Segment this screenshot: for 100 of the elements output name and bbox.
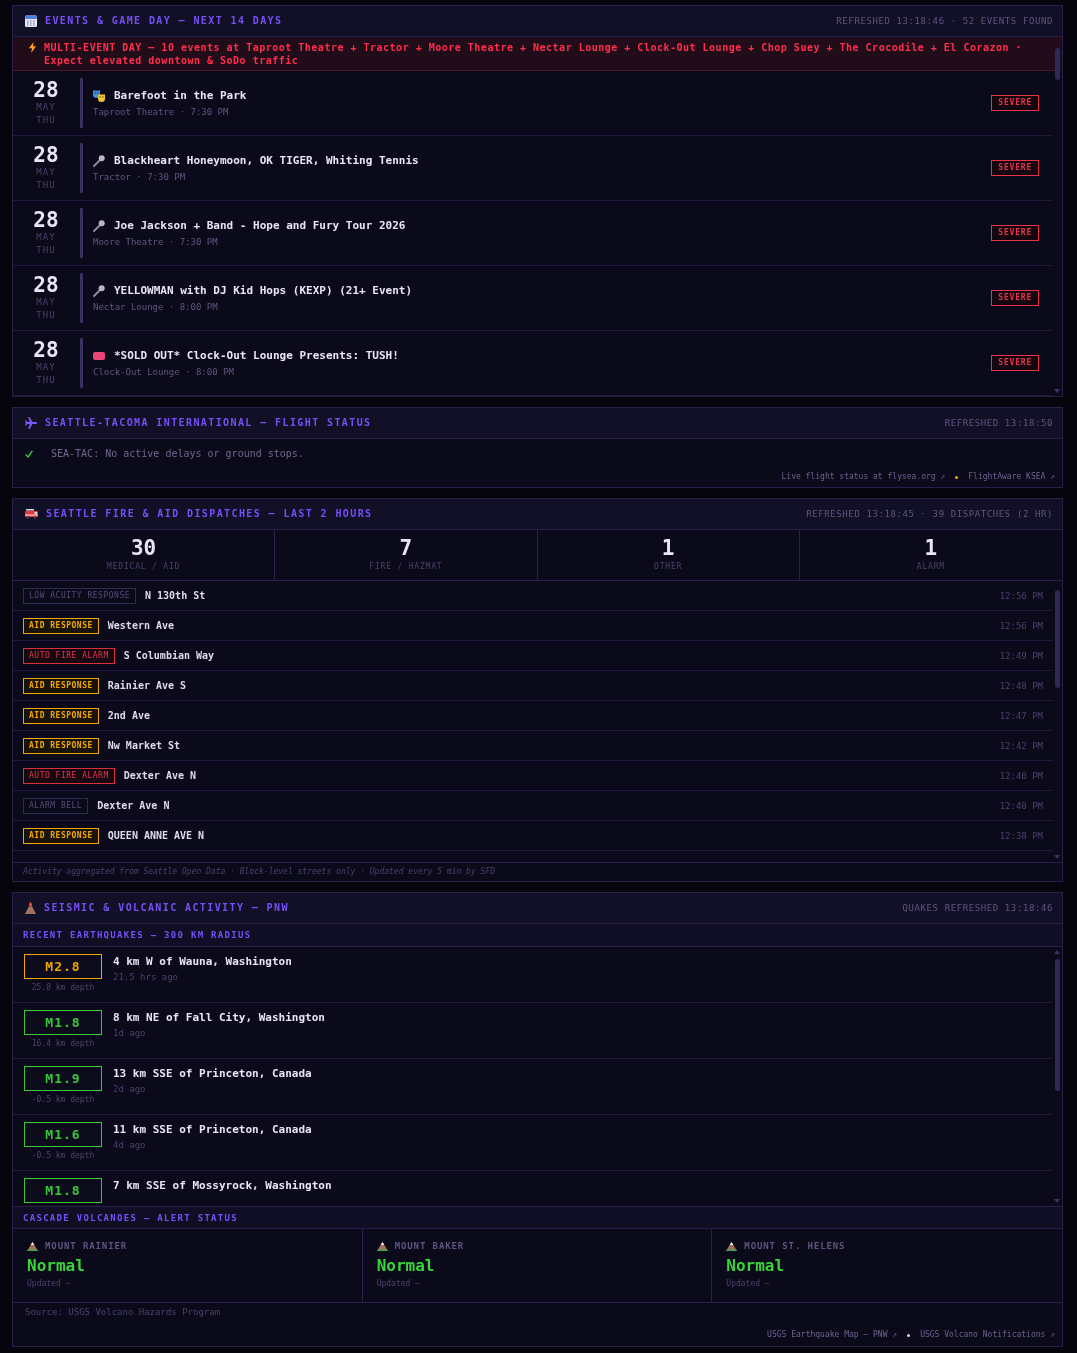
event-title[interactable]: Joe Jackson + Band - Hope and Fury Tour 2026: [114, 219, 406, 233]
magnitude-badge: M1.8: [24, 1010, 102, 1035]
event-month: MAY: [36, 231, 56, 244]
severity-badge: SEVERE: [991, 95, 1039, 111]
alert-message: MULTI-EVENT DAY — 10 events at Taproot Theatre + Tractor + Moore Theatre + Nectar Lounge + Clock-Out Lounge + Chop Suey + The Crocodile + El Corazon · Expect elevated downtown & SoDo traffic: [44, 41, 1024, 67]
volcano-name: MOUNT BAKER: [394, 1241, 465, 1251]
scroll-down-icon[interactable]: [1054, 855, 1060, 859]
event-weekday: THU: [36, 179, 56, 192]
accent-bar: [80, 208, 83, 258]
mountain-icon: [27, 1241, 38, 1251]
microphone-icon: [93, 285, 105, 297]
event-month: MAY: [36, 361, 56, 374]
separator-dot-icon: [907, 1333, 911, 1337]
severity-badge: SEVERE: [991, 160, 1039, 176]
scrollbar-thumb[interactable]: [1055, 48, 1060, 80]
dispatch-address: N 130th St: [145, 590, 206, 601]
dispatch-type-badge: AUTO FIRE ALARM: [23, 647, 115, 664]
microphone-icon: [93, 155, 105, 167]
external-link[interactable]: Live flight status at flysea.org ↗: [781, 471, 946, 483]
stat-value: 7: [399, 537, 413, 559]
panel-title: SEISMIC & VOLCANIC ACTIVITY — PNW: [44, 902, 289, 914]
magnitude-badge: M1.9: [24, 1066, 102, 1091]
alert-status: Normal: [376, 1256, 435, 1276]
event-title[interactable]: Blackheart Honeymoon, OK TIGER, Whiting Tennis: [114, 154, 419, 168]
quake-time: 21.5 hrs ago: [113, 971, 179, 983]
scroll-up-icon[interactable]: [1054, 950, 1060, 954]
dispatch-time: 12:49 PM: [999, 650, 1043, 661]
external-link[interactable]: USGS Volcano Notifications ↗: [920, 1329, 1055, 1341]
refresh-status: REFRESHED 13:18:46 · 52 EVENTS FOUND: [836, 15, 1053, 27]
dispatch-time: 12:40 PM: [999, 770, 1043, 781]
dispatch-type-badge: AID RESPONSE: [23, 617, 99, 634]
quake-depth: 16.4 km depth: [31, 1038, 95, 1049]
alert-status: Normal: [27, 1256, 85, 1276]
severity-badge: SEVERE: [991, 225, 1039, 241]
dispatch-time: 12:56 PM: [999, 620, 1043, 631]
event-weekday: THU: [36, 309, 56, 322]
alert-status: Normal: [726, 1256, 785, 1276]
mountain-icon: [726, 1241, 738, 1251]
dispatch-time: 12:40 PM: [999, 800, 1043, 811]
dispatch-address: Western Ave: [107, 620, 175, 631]
panel-title: SEATTLE-TACOMA INTERNATIONAL — FLIGHT STATUS: [45, 417, 372, 429]
event-title[interactable]: *SOLD OUT* Clock-Out Lounge Presents: TUSH!: [114, 349, 399, 363]
dispatch-time: 12:56 PM: [999, 590, 1043, 601]
refresh-status: REFRESHED 13:18:50: [944, 417, 1053, 429]
event-day: 28: [33, 339, 59, 361]
event-month: MAY: [36, 101, 56, 114]
quake-time: 2d ago: [113, 1083, 146, 1095]
external-link[interactable]: FlightAware KSEA ↗: [968, 471, 1055, 483]
panel-title: SEATTLE FIRE & AID DISPATCHES — LAST 2 HOURS: [46, 508, 373, 520]
event-meta: Clock-Out Lounge · 8:00 PM: [93, 367, 234, 378]
event-month: MAY: [36, 166, 56, 179]
stat-label: OTHER: [654, 562, 683, 572]
event-title[interactable]: YELLOWMAN with DJ Kid Hops (KEXP) (21+ Event): [114, 284, 412, 298]
scroll-down-icon[interactable]: [1054, 389, 1060, 393]
event-day: 28: [33, 79, 59, 101]
event-day: 28: [33, 209, 59, 231]
scrollbar-thumb[interactable]: [1055, 959, 1060, 1091]
dispatch-time: 12:38 PM: [999, 830, 1043, 841]
severity-badge: SEVERE: [991, 355, 1039, 371]
volcano-icon: [25, 902, 36, 914]
scrollbar-thumb[interactable]: [1055, 590, 1060, 688]
dispatch-type-badge: AID RESPONSE: [23, 677, 99, 694]
accent-bar: [80, 338, 83, 388]
dispatch-type-badge: AUTO FIRE ALARM: [23, 767, 115, 784]
separator-dot-icon: [955, 475, 959, 479]
updated-text: Updated —: [27, 1279, 71, 1289]
event-meta: Taproot Theatre · 7:30 PM: [93, 107, 229, 118]
quake-location: 8 km NE of Fall City, Washington: [113, 1011, 325, 1025]
event-weekday: THU: [36, 114, 56, 127]
scroll-down-icon[interactable]: [1054, 1199, 1060, 1203]
microphone-icon: [93, 220, 105, 232]
section-heading: CASCADE VOLCANOES — ALERT STATUS: [13, 1206, 1062, 1229]
severity-badge: SEVERE: [991, 290, 1039, 306]
dispatch-address: Dexter Ave N: [97, 800, 170, 811]
stat-label: ALARM: [916, 562, 945, 572]
event-title[interactable]: Barefoot in the Park: [114, 89, 247, 103]
stat-value: 1: [924, 537, 938, 559]
quake-location: 11 km SSE of Princeton, Canada: [113, 1123, 312, 1137]
event-day: 28: [33, 144, 59, 166]
updated-text: Updated —: [726, 1279, 770, 1289]
event-weekday: THU: [36, 374, 56, 387]
section-heading: RECENT EARTHQUAKES — 300 KM RADIUS: [13, 924, 1062, 947]
accent-bar: [80, 143, 83, 193]
quake-time: 1d ago: [113, 1027, 146, 1039]
quake-time: 4d ago: [113, 1139, 146, 1151]
dispatch-type-badge: ALARM BELL: [23, 797, 89, 814]
dispatch-address: QUEEN ANNE AVE N: [107, 830, 205, 841]
ticket-icon: [93, 352, 105, 360]
quake-depth: -0.5 km depth: [31, 1150, 95, 1161]
dispatch-time: 12:42 PM: [999, 740, 1043, 751]
dispatch-type-badge: AID RESPONSE: [23, 827, 99, 844]
dispatch-type-badge: AID RESPONSE: [23, 707, 99, 724]
event-meta: Tractor · 7:30 PM: [93, 172, 186, 183]
accent-bar: [80, 273, 83, 323]
external-link[interactable]: USGS Earthquake Map — PNW ↗: [767, 1329, 898, 1341]
magnitude-badge: M1.6: [24, 1122, 102, 1147]
stat-value: 1: [661, 537, 675, 559]
quake-depth: -0.5 km depth: [31, 1094, 95, 1105]
event-meta: Moore Theatre · 7:30 PM: [93, 237, 218, 248]
volcano-name: MOUNT ST. HELENS: [744, 1241, 846, 1251]
